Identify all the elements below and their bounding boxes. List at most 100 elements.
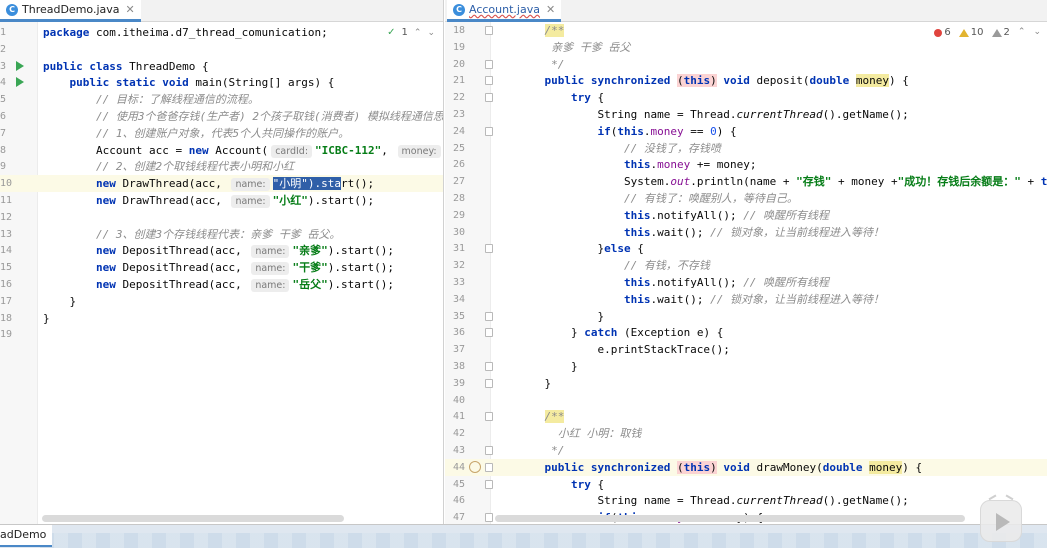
code-line[interactable]: 11 new DrawThread(acc, name: "小红").start(…	[0, 192, 443, 209]
line-number[interactable]: 40	[447, 392, 465, 409]
line-number[interactable]: 34	[447, 291, 465, 308]
horizontal-scrollbar[interactable]	[495, 515, 965, 522]
line-number[interactable]: 7	[0, 125, 12, 142]
code-text[interactable]: this.wait(); // 锁对象，让当前线程进入等待！	[518, 291, 884, 308]
code-text[interactable]: }	[518, 308, 604, 325]
line-number[interactable]: 9	[0, 158, 12, 175]
code-line[interactable]: 9 // 2、创建2个取钱线程代表小明和小红	[0, 158, 443, 175]
line-number[interactable]: 18	[447, 22, 465, 39]
fold-marker-icon[interactable]	[485, 59, 493, 69]
code-text[interactable]: } catch (Exception e) {	[518, 324, 723, 341]
run-gutter-icon[interactable]	[16, 60, 24, 71]
code-text[interactable]: /**	[518, 22, 565, 39]
line-number[interactable]: 25	[447, 140, 465, 157]
line-number[interactable]: 11	[0, 192, 12, 209]
code-line[interactable]: 46 String name = Thread.currentThread().…	[445, 492, 1047, 509]
code-line[interactable]: 2	[0, 41, 443, 58]
line-number[interactable]: 15	[0, 259, 12, 276]
code-line[interactable]: 43 */	[445, 442, 1047, 459]
code-text[interactable]: // 使用3个爸爸存钱(生产者) 2个孩子取钱(消费者) 模拟线程通信思想(一个	[43, 108, 443, 125]
line-number[interactable]: 29	[447, 207, 465, 224]
line-number[interactable]: 22	[447, 89, 465, 106]
code-text[interactable]: Account acc = new Account(cardId: "ICBC-1…	[43, 142, 443, 159]
code-text[interactable]: // 3、创建3个存钱线程代表：亲爹 干爹 岳父。	[43, 226, 340, 243]
code-line[interactable]: 19	[0, 326, 443, 343]
code-text[interactable]: // 没钱了，存钱喷	[518, 140, 721, 157]
code-text[interactable]: if(this.money == 0) {	[518, 123, 736, 140]
code-line[interactable]: 36 } catch (Exception e) {	[445, 324, 1047, 341]
fold-marker-icon[interactable]	[485, 479, 493, 489]
code-line[interactable]: 37 e.printStackTrace();	[445, 341, 1047, 358]
code-text[interactable]: try {	[518, 476, 604, 493]
code-line[interactable]: 45 try {	[445, 476, 1047, 493]
fold-marker-icon[interactable]	[485, 446, 493, 455]
code-line[interactable]: 15 new DepositThread(acc, name: "干爹").sta…	[0, 259, 443, 276]
code-line[interactable]: 13 // 3、创建3个存钱线程代表：亲爹 干爹 岳父。	[0, 226, 443, 243]
line-number[interactable]: 13	[0, 226, 12, 243]
fold-marker-icon[interactable]	[485, 26, 493, 35]
code-text[interactable]: String name = Thread.currentThread().get…	[518, 106, 908, 123]
code-line[interactable]: 41 /**	[445, 408, 1047, 425]
line-number[interactable]: 19	[447, 39, 465, 56]
line-number[interactable]: 33	[447, 274, 465, 291]
code-text[interactable]: new DrawThread(acc, name: "小红").start();	[43, 192, 374, 209]
code-line[interactable]: 29 this.notifyAll(); // 唤醒所有线程	[445, 207, 1047, 224]
line-number[interactable]: 12	[0, 209, 12, 226]
code-text[interactable]: try {	[518, 89, 604, 106]
line-number[interactable]: 20	[447, 56, 465, 73]
line-number[interactable]: 43	[447, 442, 465, 459]
line-number[interactable]: 1	[0, 24, 12, 41]
code-line[interactable]: 18}	[0, 310, 443, 327]
video-play-button[interactable]	[980, 494, 1022, 542]
code-text[interactable]: new DrawThread(acc, name: "小明").start();	[43, 175, 374, 192]
code-text[interactable]: public class ThreadDemo {	[43, 58, 209, 75]
code-text[interactable]: this.notifyAll(); // 唤醒所有线程	[518, 207, 829, 224]
code-line[interactable]: 21 public synchronized (this) void depos…	[445, 72, 1047, 89]
line-number[interactable]: 38	[447, 358, 465, 375]
code-line[interactable]: 4 public static void main(String[] args)…	[0, 74, 443, 91]
code-text[interactable]: public synchronized (this) void drawMone…	[518, 459, 922, 476]
code-text[interactable]: String name = Thread.currentThread().get…	[518, 492, 908, 509]
fold-marker-icon[interactable]	[485, 412, 493, 422]
code-text[interactable]: // 目标：了解线程通信的流程。	[43, 91, 259, 108]
code-line[interactable]: 12	[0, 209, 443, 226]
fold-marker-icon[interactable]	[485, 513, 493, 523]
fold-marker-icon[interactable]	[485, 311, 493, 321]
fold-marker-icon[interactable]	[485, 462, 493, 472]
line-number[interactable]: 42	[447, 425, 465, 442]
code-line[interactable]: 25 // 没钱了，存钱喷	[445, 140, 1047, 157]
code-line[interactable]: 26 this.money += money;	[445, 156, 1047, 173]
code-line[interactable]: 33 this.notifyAll(); // 唤醒所有线程	[445, 274, 1047, 291]
code-text[interactable]: // 有钱，不存钱	[518, 257, 710, 274]
code-text[interactable]: new DepositThread(acc, name: "岳父").start(…	[43, 276, 394, 293]
code-text[interactable]: new DepositThread(acc, name: "干爹").start(…	[43, 259, 394, 276]
line-number[interactable]: 32	[447, 257, 465, 274]
line-number[interactable]: 30	[447, 224, 465, 241]
code-text[interactable]: // 有钱了：唤醒别人，等待自己。	[518, 190, 798, 207]
line-number[interactable]: 47	[447, 509, 465, 524]
line-number[interactable]: 41	[447, 408, 465, 425]
code-line[interactable]: 6 // 使用3个爸爸存钱(生产者) 2个孩子取钱(消费者) 模拟线程通信思想(…	[0, 108, 443, 125]
code-text[interactable]: new DepositThread(acc, name: "亲爹").start(…	[43, 242, 394, 259]
line-number[interactable]: 18	[0, 310, 12, 327]
tab-account-java[interactable]: C Account.java ✕	[447, 0, 562, 22]
line-number[interactable]: 5	[0, 91, 12, 108]
code-text[interactable]: 亲爹 干爹 岳父	[518, 39, 630, 56]
code-text[interactable]: this.wait(); // 锁对象，让当前线程进入等待！	[518, 224, 884, 241]
code-text[interactable]: this.notifyAll(); // 唤醒所有线程	[518, 274, 829, 291]
line-number[interactable]: 3	[0, 58, 12, 75]
line-number[interactable]: 27	[447, 173, 465, 190]
line-number[interactable]: 2	[0, 41, 12, 58]
line-number[interactable]: 37	[447, 341, 465, 358]
line-number[interactable]: 31	[447, 240, 465, 257]
line-number[interactable]: 24	[447, 123, 465, 140]
code-line[interactable]: 23 String name = Thread.currentThread().…	[445, 106, 1047, 123]
line-number[interactable]: 35	[447, 308, 465, 325]
close-icon[interactable]: ✕	[126, 3, 135, 16]
fold-marker-icon[interactable]	[485, 76, 493, 86]
fold-marker-icon[interactable]	[485, 244, 493, 254]
code-text[interactable]: // 1、创建账户对象，代表5个人共同操作的账户。	[43, 125, 349, 142]
close-icon[interactable]: ✕	[546, 3, 555, 16]
code-text[interactable]: }	[518, 358, 578, 375]
code-line[interactable]: 39 }	[445, 375, 1047, 392]
